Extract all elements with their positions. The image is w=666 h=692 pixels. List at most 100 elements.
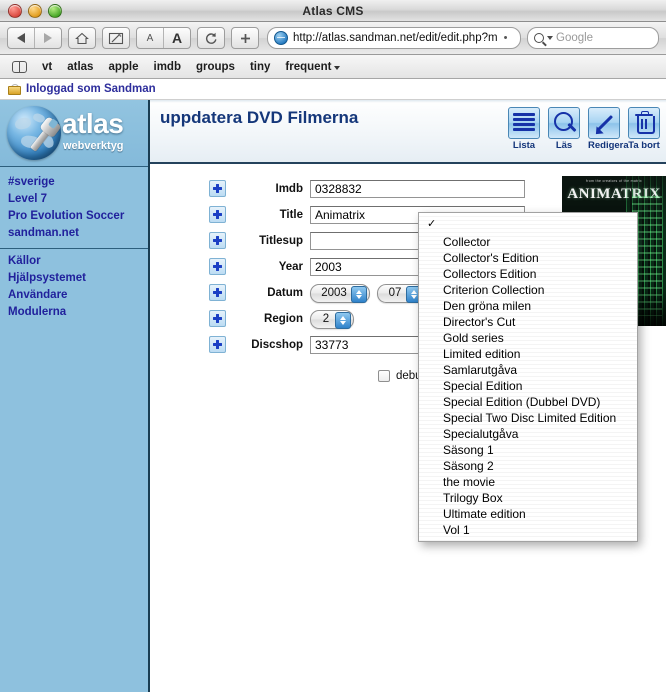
popup-item-den-grona-milen[interactable]: Den gröna milen — [419, 298, 637, 314]
stepper-icon[interactable] — [335, 312, 351, 329]
trash-icon — [628, 107, 660, 139]
popup-item-label: Säsong 2 — [443, 459, 494, 473]
popup-item-label: Director's Cut — [443, 315, 515, 329]
popup-item-label: Collector — [443, 235, 490, 249]
action-redigera-label: Redigera — [588, 140, 620, 151]
stepper-icon[interactable] — [351, 286, 367, 303]
browser-window: Atlas CMS A A — [0, 0, 666, 692]
site-logo[interactable]: atlas webverktyg — [0, 100, 148, 167]
popup-item-label: Limited edition — [443, 347, 520, 361]
sidebar-item-kallor[interactable]: Källor — [8, 253, 148, 270]
sidebar-item-hjalpsystemet[interactable]: Hjälpsystemet — [8, 270, 148, 287]
titlesup-popup-menu[interactable]: ✓ Collector Collector's Edition Collecto… — [418, 212, 638, 542]
action-las[interactable]: Läs — [548, 107, 580, 151]
region-select[interactable]: 2 — [310, 310, 354, 329]
pencil-icon — [588, 107, 620, 139]
datum-year-value: 2003 — [321, 287, 347, 299]
list-icon — [508, 107, 540, 139]
datum-year-select[interactable]: 2003 — [310, 284, 370, 303]
action-lista[interactable]: Lista — [508, 107, 540, 151]
popup-item-collectors-edition-apos[interactable]: Collector's Edition — [419, 250, 637, 266]
popup-item-the-movie[interactable]: the movie — [419, 474, 637, 490]
text-size-large-button[interactable]: A — [163, 28, 190, 48]
label-region: Region — [229, 313, 310, 325]
popup-item-sasong-2[interactable]: Säsong 2 — [419, 458, 637, 474]
popup-item-criterion-collection[interactable]: Criterion Collection — [419, 282, 637, 298]
bookmark-imdb[interactable]: imdb — [154, 61, 181, 73]
popup-item-blank[interactable]: ✓ — [419, 216, 637, 234]
action-ta-bort[interactable]: Ta bort — [628, 107, 660, 151]
chevron-down-icon[interactable] — [547, 36, 553, 40]
sidebar: atlas webverktyg #sverige Level 7 Pro Ev… — [0, 100, 150, 692]
bookmark-groups[interactable]: groups — [196, 61, 235, 73]
text-size-small-button[interactable]: A — [137, 28, 163, 48]
page-title: uppdatera DVD Filmerna — [160, 108, 358, 128]
imdb-input[interactable] — [310, 180, 525, 198]
popup-item-special-edition[interactable]: Special Edition — [419, 378, 637, 394]
forward-button[interactable] — [34, 28, 61, 48]
compose-icon — [108, 32, 124, 45]
login-status-text: Inloggad som Sandman — [26, 83, 156, 95]
label-titlesup: Titlesup — [229, 235, 310, 247]
popup-item-limited-edition[interactable]: Limited edition — [419, 346, 637, 362]
popup-item-gold-series[interactable]: Gold series — [419, 330, 637, 346]
add-datum-button[interactable] — [209, 284, 226, 301]
popup-item-vol-1[interactable]: Vol 1 — [419, 522, 637, 538]
popup-item-special-two-disc[interactable]: Special Two Disc Limited Edition — [419, 410, 637, 426]
popup-item-directors-cut[interactable]: Director's Cut — [419, 314, 637, 330]
debug-checkbox[interactable] — [378, 370, 390, 382]
sidebar-item-pro-evolution[interactable]: Pro Evolution Soccer — [8, 208, 148, 225]
popup-item-label: Collector's Edition — [443, 251, 539, 265]
address-bar-overflow: • — [504, 32, 508, 44]
nav-buttons — [7, 27, 62, 49]
sidebar-item-sandman[interactable]: sandman.net — [8, 225, 148, 242]
popup-item-label: Säsong 1 — [443, 443, 494, 457]
address-bar[interactable]: http://atlas.sandman.net/edit/edit.php?m… — [267, 27, 521, 49]
globe-icon — [274, 31, 288, 45]
popup-item-collectors-edition[interactable]: Collectors Edition — [419, 266, 637, 282]
popup-item-sasong-1[interactable]: Säsong 1 — [419, 442, 637, 458]
home-button[interactable] — [68, 27, 96, 49]
bookmark-vt[interactable]: vt — [42, 61, 52, 73]
window-titlebar: Atlas CMS — [0, 0, 666, 22]
sidebar-item-level7[interactable]: Level 7 — [8, 191, 148, 208]
bookmark-frequent[interactable]: frequent — [285, 61, 340, 73]
add-title-button[interactable] — [209, 206, 226, 223]
add-titlesup-button[interactable] — [209, 232, 226, 249]
plus-icon — [239, 32, 252, 45]
reload-button[interactable] — [197, 27, 225, 49]
search-bar[interactable]: Google — [527, 27, 659, 49]
popup-item-ultimate-edition[interactable]: Ultimate edition — [419, 506, 637, 522]
popup-item-label: Gold series — [443, 331, 504, 345]
bookmark-tiny[interactable]: tiny — [250, 61, 270, 73]
bookmark-apple[interactable]: apple — [108, 61, 138, 73]
action-redigera[interactable]: Redigera — [588, 107, 620, 151]
popup-item-samlarutgava[interactable]: Samlarutgåva — [419, 362, 637, 378]
add-region-button[interactable] — [209, 310, 226, 327]
popup-item-special-edition-dubbel[interactable]: Special Edition (Dubbel DVD) — [419, 394, 637, 410]
add-imdb-button[interactable] — [209, 180, 226, 197]
add-year-button[interactable] — [209, 258, 226, 275]
popup-item-label: Samlarutgåva — [443, 363, 517, 377]
sidebar-item-sverige[interactable]: #sverige — [8, 174, 148, 191]
add-discshop-button[interactable] — [209, 336, 226, 353]
region-value: 2 — [323, 313, 329, 325]
popup-item-label: Criterion Collection — [443, 283, 544, 297]
bookmark-atlas[interactable]: atlas — [67, 61, 93, 73]
logo-wordmark: atlas — [62, 110, 123, 138]
popup-item-trilogy-box[interactable]: Trilogy Box — [419, 490, 637, 506]
sidebar-group-sites: #sverige Level 7 Pro Evolution Soccer sa… — [0, 167, 148, 249]
popup-item-specialutgava[interactable]: Specialutgåva — [419, 426, 637, 442]
add-bookmark-button[interactable] — [231, 27, 259, 49]
forward-arrow-icon — [44, 33, 52, 43]
sidebar-item-modulerna[interactable]: Modulerna — [8, 304, 148, 321]
action-las-label: Läs — [548, 140, 580, 151]
compose-button[interactable] — [102, 27, 130, 49]
content-header: uppdatera DVD Filmerna Lista Läs Rediger… — [150, 100, 666, 164]
bookmarks-icon[interactable] — [12, 61, 27, 72]
popup-item-collector[interactable]: Collector — [419, 234, 637, 250]
bookmark-frequent-label: frequent — [285, 61, 331, 73]
bookmarks-bar: vt atlas apple imdb groups tiny frequent — [0, 55, 666, 79]
sidebar-item-anvandare[interactable]: Användare — [8, 287, 148, 304]
back-button[interactable] — [8, 28, 34, 48]
